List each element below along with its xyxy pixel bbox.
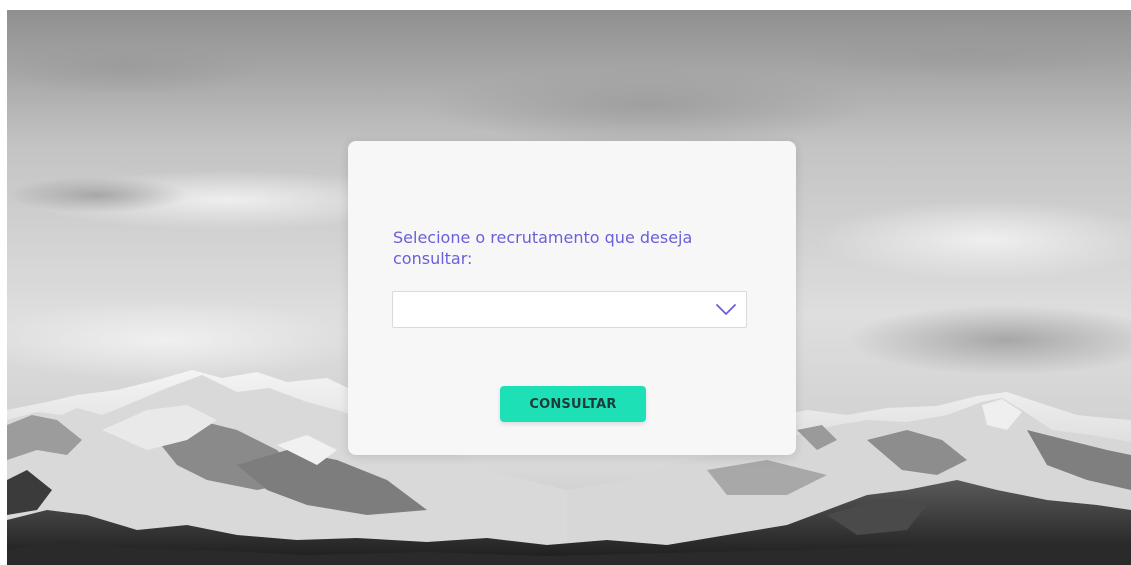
consultar-button[interactable]: CONSULTAR bbox=[500, 386, 646, 422]
chevron-down-icon bbox=[716, 304, 736, 315]
recruitment-select[interactable] bbox=[392, 291, 747, 328]
recruitment-prompt-label: Selecione o recrutamento que deseja cons… bbox=[393, 228, 693, 268]
page-frame: Selecione o recrutamento que deseja cons… bbox=[7, 10, 1131, 565]
recruitment-query-card: Selecione o recrutamento que deseja cons… bbox=[348, 141, 796, 455]
